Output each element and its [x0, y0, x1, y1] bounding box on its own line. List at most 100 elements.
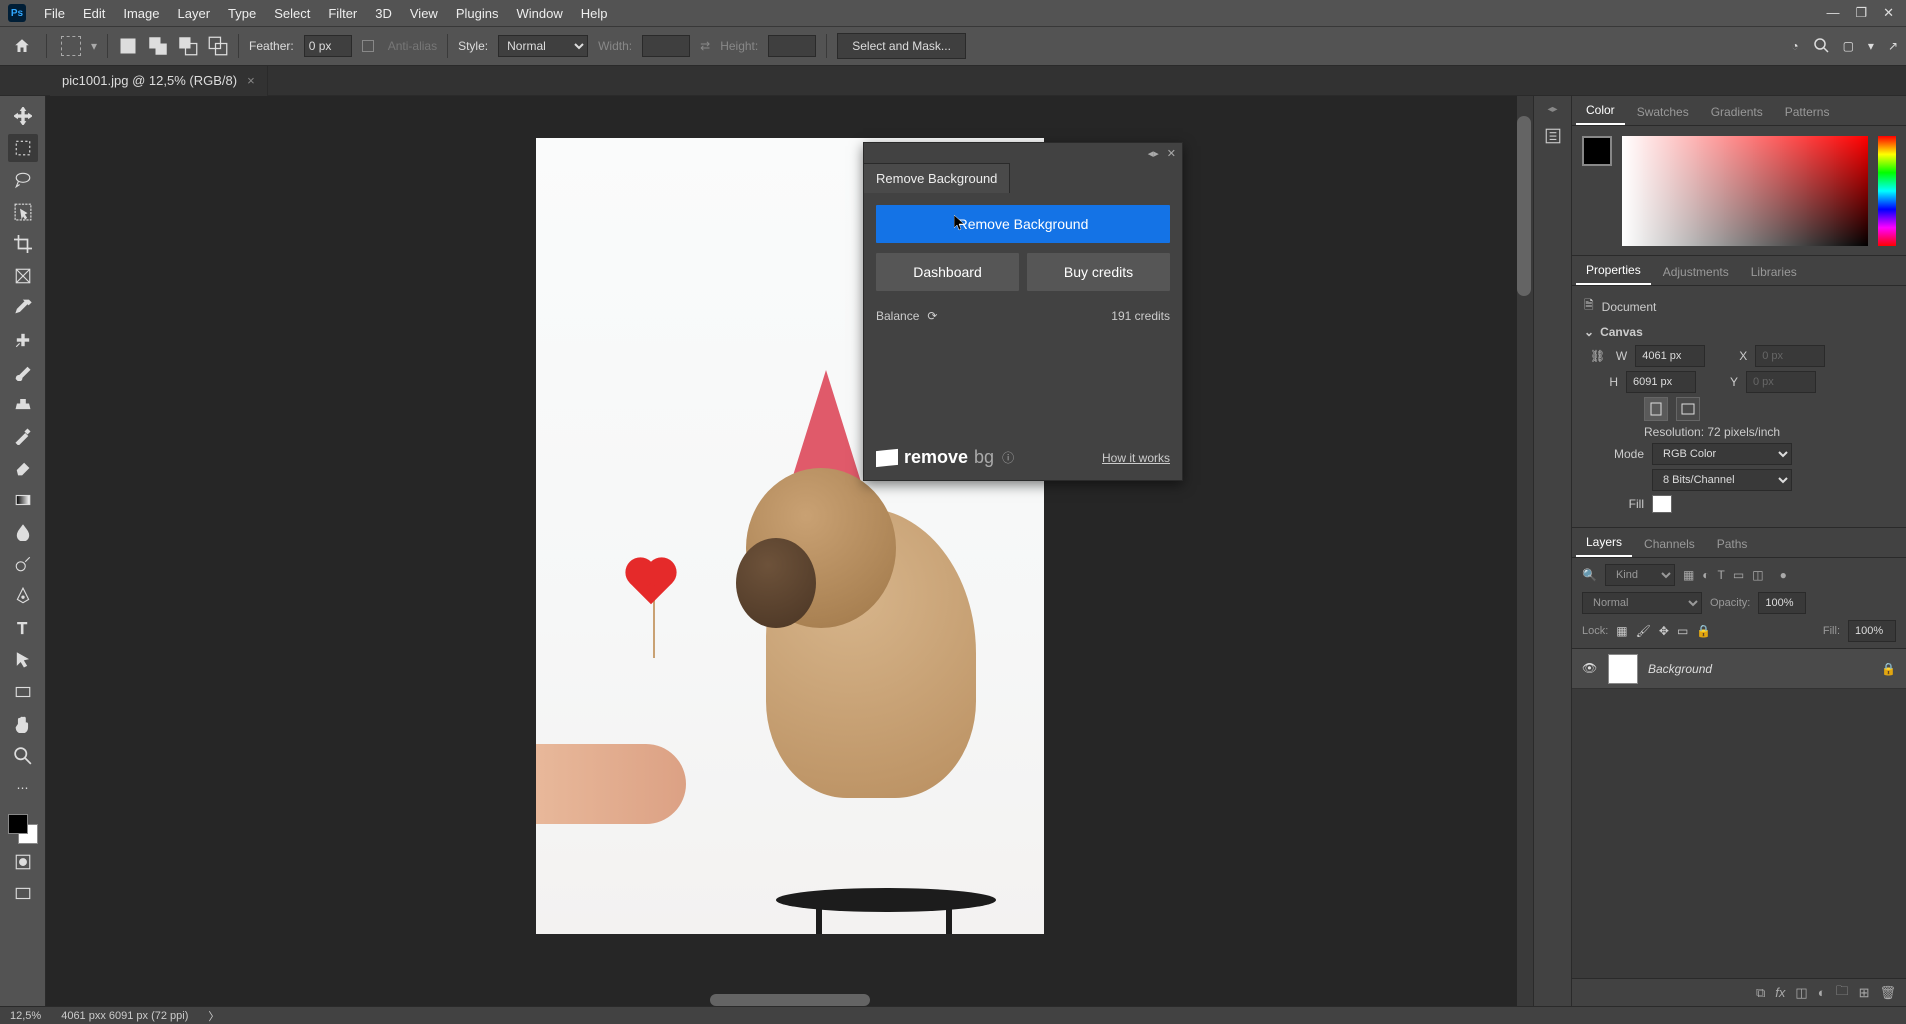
- tab-color[interactable]: Color: [1576, 97, 1625, 125]
- gradient-tool[interactable]: [8, 486, 38, 514]
- intersect-selection-icon[interactable]: [208, 36, 228, 56]
- filter-toggle-icon[interactable]: ●: [1780, 568, 1787, 582]
- history-brush-tool[interactable]: [8, 422, 38, 450]
- cloud-sync-icon[interactable]: ◔: [1791, 39, 1798, 53]
- tab-layers[interactable]: Layers: [1576, 529, 1632, 557]
- filter-pixel-icon[interactable]: ▦: [1683, 568, 1694, 582]
- tab-paths[interactable]: Paths: [1707, 531, 1758, 557]
- opacity-input[interactable]: [1758, 592, 1806, 614]
- menu-layer[interactable]: Layer: [170, 2, 219, 25]
- rectangular-marquee-tool[interactable]: [8, 134, 38, 162]
- foreground-color-swatch[interactable]: [8, 814, 28, 834]
- tab-libraries[interactable]: Libraries: [1741, 259, 1807, 285]
- link-icon[interactable]: ⛓: [1590, 349, 1605, 363]
- tab-close-icon[interactable]: ×: [247, 73, 255, 88]
- zoom-tool[interactable]: [8, 742, 38, 770]
- link-layers-icon[interactable]: ⧉: [1756, 985, 1765, 1001]
- rectangle-tool[interactable]: [8, 678, 38, 706]
- type-tool[interactable]: T: [8, 614, 38, 642]
- adjustment-layer-icon[interactable]: ◐: [1818, 985, 1826, 1000]
- tab-patterns[interactable]: Patterns: [1775, 99, 1840, 125]
- color-field[interactable]: [1622, 136, 1868, 246]
- hue-slider[interactable]: [1878, 136, 1896, 246]
- swap-icon[interactable]: ⇄: [700, 39, 710, 53]
- maximize-icon[interactable]: ❐: [1855, 5, 1867, 21]
- menu-filter[interactable]: Filter: [320, 2, 365, 25]
- tab-channels[interactable]: Channels: [1634, 531, 1705, 557]
- close-icon[interactable]: ✕: [1883, 5, 1894, 21]
- filter-type-icon[interactable]: T: [1718, 568, 1725, 582]
- canvas-width-input[interactable]: [1635, 345, 1705, 367]
- lock-all-icon[interactable]: 🔒: [1696, 624, 1711, 638]
- buy-credits-button[interactable]: Buy credits: [1027, 253, 1170, 291]
- eraser-tool[interactable]: [8, 454, 38, 482]
- blend-mode-select[interactable]: Normal: [1582, 592, 1702, 614]
- layer-lock-icon[interactable]: 🔒: [1881, 662, 1896, 676]
- blur-tool[interactable]: [8, 518, 38, 546]
- refresh-icon[interactable]: ⟳: [927, 309, 937, 323]
- menu-edit[interactable]: Edit: [75, 2, 113, 25]
- filter-shape-icon[interactable]: ▭: [1733, 568, 1744, 582]
- layer-name[interactable]: Background: [1648, 662, 1712, 676]
- home-button[interactable]: [8, 32, 36, 60]
- layer-filter-select[interactable]: Kind: [1605, 564, 1675, 586]
- how-it-works-link[interactable]: How it works: [1102, 451, 1170, 465]
- menu-help[interactable]: Help: [573, 2, 616, 25]
- horizontal-scrollbar[interactable]: [710, 994, 870, 1006]
- tab-properties[interactable]: Properties: [1576, 257, 1651, 285]
- frame-tool[interactable]: [8, 262, 38, 290]
- canvas-section-toggle[interactable]: ⌄ Canvas: [1584, 325, 1894, 339]
- foreground-background-colors[interactable]: [8, 814, 38, 844]
- clone-stamp-tool[interactable]: [8, 390, 38, 418]
- vertical-scrollbar-thumb[interactable]: [1517, 116, 1531, 296]
- layer-thumbnail[interactable]: [1608, 654, 1638, 684]
- brush-tool[interactable]: [8, 358, 38, 386]
- search-icon[interactable]: 🔍: [1582, 568, 1597, 582]
- vertical-scrollbar-track[interactable]: [1517, 96, 1533, 1006]
- share-icon[interactable]: ↗: [1888, 39, 1898, 53]
- tab-gradients[interactable]: Gradients: [1701, 99, 1773, 125]
- bit-depth-select[interactable]: 8 Bits/Channel: [1652, 469, 1792, 491]
- remove-background-button[interactable]: Remove Background: [876, 205, 1170, 243]
- dodge-tool[interactable]: [8, 550, 38, 578]
- landscape-orientation-button[interactable]: [1676, 397, 1700, 421]
- group-icon[interactable]: 🗀: [1836, 982, 1849, 1004]
- pen-tool[interactable]: [8, 582, 38, 610]
- eyedropper-tool[interactable]: [8, 294, 38, 322]
- current-color-swatch[interactable]: [1582, 136, 1612, 166]
- menu-window[interactable]: Window: [508, 2, 570, 25]
- healing-brush-tool[interactable]: [8, 326, 38, 354]
- zoom-level[interactable]: 12,5%: [10, 1010, 41, 1022]
- screen-mode-icon[interactable]: [8, 880, 38, 908]
- menu-3d[interactable]: 3D: [367, 2, 400, 25]
- search-icon[interactable]: [1813, 37, 1829, 56]
- lasso-tool[interactable]: [8, 166, 38, 194]
- fill-color-swatch[interactable]: [1652, 495, 1672, 513]
- visibility-toggle-icon[interactable]: 👁: [1582, 661, 1598, 677]
- style-select[interactable]: Normal: [498, 35, 588, 57]
- menu-image[interactable]: Image: [115, 2, 167, 25]
- tab-adjustments[interactable]: Adjustments: [1653, 259, 1739, 285]
- document-tab[interactable]: pic1001.jpg @ 12,5% (RGB/8) ×: [50, 66, 268, 96]
- menu-plugins[interactable]: Plugins: [448, 2, 507, 25]
- panel-collapse-icon[interactable]: ◂▸: [1148, 147, 1159, 160]
- info-icon[interactable]: ⓘ: [1002, 449, 1014, 466]
- panel-close-icon[interactable]: ✕: [1167, 147, 1176, 160]
- chevron-down-icon[interactable]: ▾: [91, 39, 97, 53]
- subtract-selection-icon[interactable]: [178, 36, 198, 56]
- layer-mask-icon[interactable]: ◫: [1795, 985, 1807, 1001]
- menu-type[interactable]: Type: [220, 2, 264, 25]
- hand-tool[interactable]: [8, 710, 38, 738]
- move-tool[interactable]: [8, 102, 38, 130]
- layer-fx-icon[interactable]: fx: [1775, 985, 1785, 1000]
- plugin-tab[interactable]: Remove Background: [864, 163, 1010, 193]
- workspace-icon[interactable]: ▢: [1843, 39, 1854, 53]
- workspace-chevron-icon[interactable]: ▾: [1868, 39, 1874, 53]
- object-selection-tool[interactable]: [8, 198, 38, 226]
- layer-row[interactable]: 👁 Background 🔒: [1572, 649, 1906, 689]
- new-layer-icon[interactable]: ⊞: [1859, 985, 1870, 1001]
- quick-mask-icon[interactable]: [8, 848, 38, 876]
- new-selection-icon[interactable]: [118, 36, 138, 56]
- canvas-area[interactable]: ◂▸ ✕ Remove Background Remove Background…: [46, 96, 1533, 1006]
- lock-pixels-icon[interactable]: 🖌: [1636, 624, 1651, 638]
